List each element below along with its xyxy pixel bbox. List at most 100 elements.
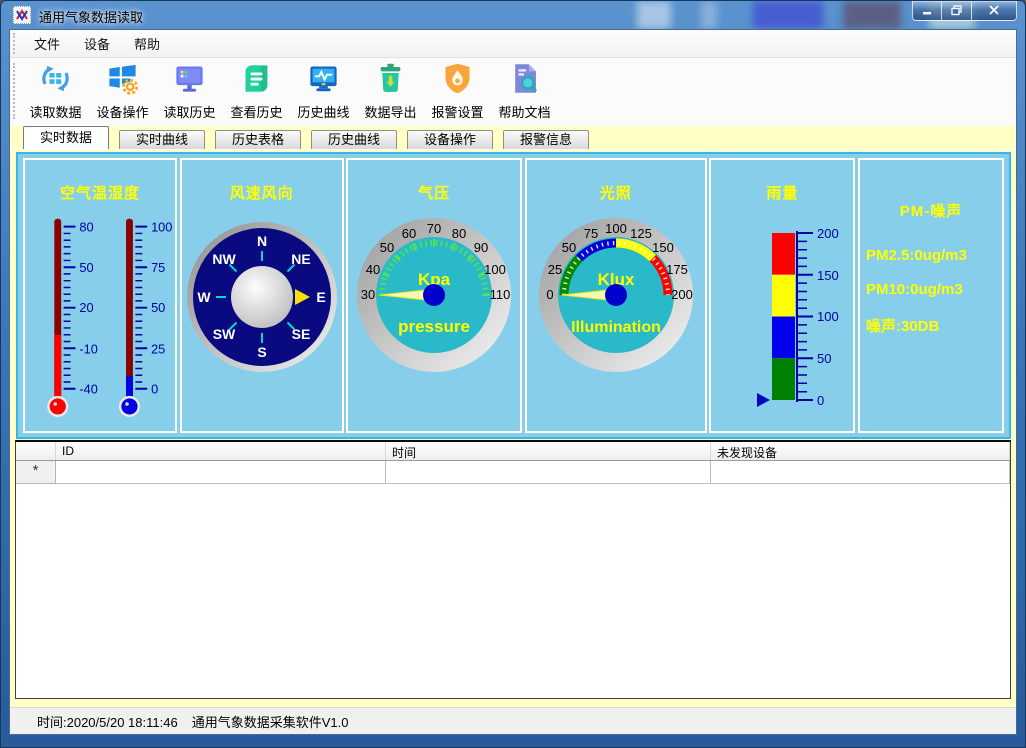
cell-time[interactable] <box>386 461 711 484</box>
rain-level-pointer <box>757 393 770 407</box>
section-title: 雨量 <box>766 182 798 203</box>
bin-export-icon <box>373 61 408 101</box>
svg-text:75: 75 <box>584 226 598 241</box>
svg-text:30: 30 <box>361 287 375 302</box>
shield-flame-icon <box>440 61 475 101</box>
rain-section: 雨量 200 150 100 50 0 <box>709 158 855 433</box>
refresh-windows-icon <box>38 61 73 101</box>
glass-reflection <box>843 1 901 29</box>
svg-text:W: W <box>197 289 211 305</box>
tab-device-operation[interactable]: 设备操作 <box>407 130 493 149</box>
history-curve-button[interactable]: 历史曲线 <box>290 58 357 121</box>
column-header-time[interactable]: 时间 <box>386 442 711 460</box>
toolbar-gripper[interactable] <box>13 63 18 119</box>
wind-section: 风速风向 <box>180 158 344 433</box>
close-button[interactable] <box>971 1 1017 21</box>
tool-label: 读取数据 <box>29 102 81 121</box>
svg-text:60: 60 <box>402 226 416 241</box>
svg-text:200: 200 <box>671 287 693 302</box>
svg-text:75: 75 <box>151 260 165 275</box>
section-title: 光照 <box>600 182 632 203</box>
app-icon <box>13 6 31 24</box>
status-bar: 时间:2020/5/20 18:11:46 通用气象数据采集软件V1.0 <box>10 707 1016 734</box>
pm10-value: PM10:0ug/m3 <box>866 281 1002 298</box>
svg-text:20: 20 <box>79 300 93 315</box>
read-history-button[interactable]: 读取历史 <box>156 58 223 121</box>
svg-text:25: 25 <box>548 262 562 277</box>
section-title: 气压 <box>418 182 450 203</box>
tool-label: 查看历史 <box>230 102 282 121</box>
svg-text:70: 70 <box>427 221 441 236</box>
svg-text:125: 125 <box>630 226 652 241</box>
illumination-gauge: 0 25 50 75 100 125 150 175 200 Klux Illu… <box>531 215 701 375</box>
restore-button[interactable] <box>942 1 971 21</box>
svg-text:0: 0 <box>151 382 158 397</box>
rain-gauge: 200 150 100 50 0 <box>717 205 847 420</box>
svg-text:150: 150 <box>652 240 674 255</box>
svg-text:80: 80 <box>452 226 466 241</box>
svg-text:pressure: pressure <box>398 317 470 336</box>
temp-humidity-section: 空气温湿度 80 50 20 -10 -40 <box>23 158 177 433</box>
column-header-id[interactable]: ID <box>56 442 386 460</box>
tool-label: 报警设置 <box>431 102 483 121</box>
svg-text:50: 50 <box>562 240 576 255</box>
menu-bar: 文件 设备 帮助 <box>10 30 1016 58</box>
tab-alarm-info[interactable]: 报警信息 <box>503 130 589 149</box>
minimize-button[interactable] <box>912 1 942 21</box>
menu-gripper[interactable] <box>13 33 18 55</box>
svg-text:50: 50 <box>380 240 394 255</box>
svg-text:200: 200 <box>817 226 839 241</box>
pressure-gauge: 30 40 50 60 70 80 90 100 110 Kpa pressur… <box>349 215 519 375</box>
table-row: * <box>16 461 1010 484</box>
data-export-button[interactable]: 数据导出 <box>357 58 424 121</box>
menu-help[interactable]: 帮助 <box>122 30 172 57</box>
svg-text:100: 100 <box>484 262 506 277</box>
title-bar[interactable]: 通用气象数据读取 <box>1 1 1025 29</box>
read-data-button[interactable]: 读取数据 <box>22 58 89 121</box>
tab-realtime-data[interactable]: 实时数据 <box>23 126 109 149</box>
app-window: 通用气象数据读取 文件 设备 帮助 <box>0 0 1026 748</box>
dashboard-panel: 空气温湿度 80 50 20 -10 -40 <box>16 152 1011 439</box>
client-area: 文件 设备 帮助 读取数据 <box>9 29 1017 735</box>
svg-text:100: 100 <box>151 220 172 235</box>
svg-text:NE: NE <box>291 251 310 267</box>
cell-id[interactable] <box>56 461 386 484</box>
glass-reflection <box>637 1 671 29</box>
new-row-marker[interactable]: * <box>16 461 56 484</box>
svg-text:150: 150 <box>817 268 839 283</box>
svg-text:50: 50 <box>79 260 93 275</box>
view-history-button[interactable]: 查看历史 <box>223 58 290 121</box>
windows-gear-icon <box>105 61 140 101</box>
tab-history-table[interactable]: 历史表格 <box>215 130 301 149</box>
column-header-device[interactable]: 未发现设备 <box>711 442 1010 460</box>
tool-label: 历史曲线 <box>297 102 349 121</box>
help-doc-button[interactable]: 帮助文档 <box>491 58 558 121</box>
monitor-data-icon <box>172 61 207 101</box>
section-title: PM-噪声 <box>900 200 963 221</box>
tab-history-curve[interactable]: 历史曲线 <box>311 130 397 149</box>
svg-text:80: 80 <box>79 220 93 235</box>
menu-file[interactable]: 文件 <box>22 30 72 57</box>
section-title: 风速风向 <box>230 182 294 203</box>
svg-text:100: 100 <box>817 309 839 324</box>
svg-text:110: 110 <box>490 287 511 302</box>
svg-text:25: 25 <box>151 341 165 356</box>
alarm-settings-button[interactable]: 报警设置 <box>424 58 491 121</box>
illumination-section: 光照 0 25 50 75 100 125 <box>525 158 707 433</box>
toolbar: 读取数据 设备操作 <box>10 58 1016 126</box>
document-search-icon <box>507 61 542 101</box>
window-controls <box>912 1 1017 21</box>
menu-device[interactable]: 设备 <box>72 30 122 57</box>
svg-text:175: 175 <box>666 262 688 277</box>
svg-text:100: 100 <box>605 221 627 236</box>
status-app-version: 通用气象数据采集软件V1.0 <box>192 712 349 731</box>
svg-text:SW: SW <box>212 326 235 342</box>
tool-label: 读取历史 <box>163 102 215 121</box>
svg-text:SE: SE <box>291 326 310 342</box>
device-operation-button[interactable]: 设备操作 <box>89 58 156 121</box>
document-lines-icon <box>239 61 274 101</box>
glass-reflection <box>753 1 823 29</box>
tab-realtime-curve[interactable]: 实时曲线 <box>119 130 205 149</box>
cell-device[interactable] <box>711 461 1010 484</box>
svg-text:-40: -40 <box>79 382 97 397</box>
